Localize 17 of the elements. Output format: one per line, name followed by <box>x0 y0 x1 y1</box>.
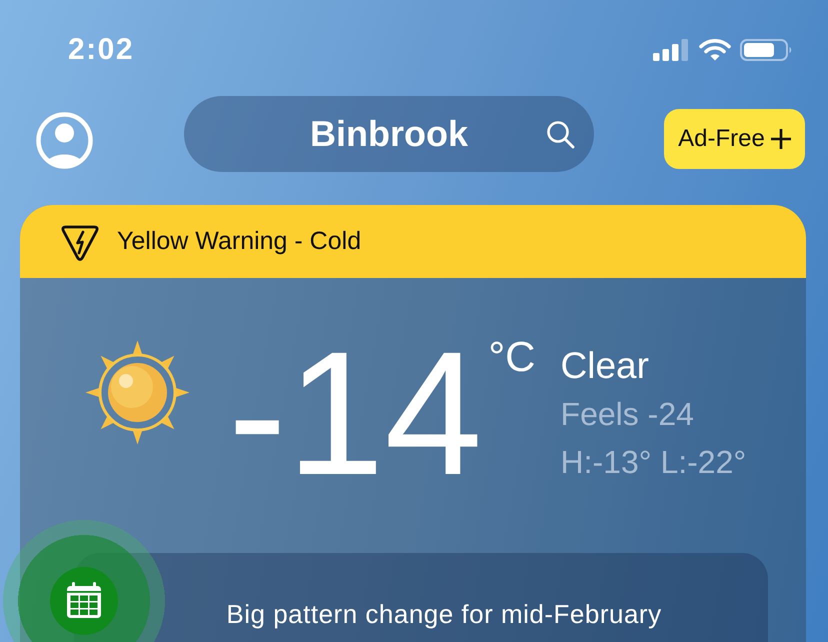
status-time: 2:02 <box>68 32 134 68</box>
high-low-text: H:-13° L:-22° <box>560 443 746 482</box>
battery-icon <box>740 39 793 61</box>
feels-like-text: Feels -24 <box>560 395 695 434</box>
condition-text: Clear <box>560 344 650 388</box>
plus-icon <box>770 129 791 149</box>
ad-free-button[interactable]: Ad-Free <box>664 109 805 169</box>
warning-text: Yellow Warning - Cold <box>117 227 362 256</box>
calendar-icon <box>50 567 118 635</box>
temperature-value: -14 <box>228 326 482 502</box>
location-search-bar[interactable]: Binbrook <box>184 96 594 172</box>
warning-banner[interactable]: Yellow Warning - Cold <box>20 205 806 278</box>
temperature-unit: °C <box>488 336 536 378</box>
search-icon <box>546 120 575 149</box>
wifi-icon <box>699 39 731 61</box>
sun-icon <box>85 340 190 445</box>
signal-icon <box>653 39 689 61</box>
